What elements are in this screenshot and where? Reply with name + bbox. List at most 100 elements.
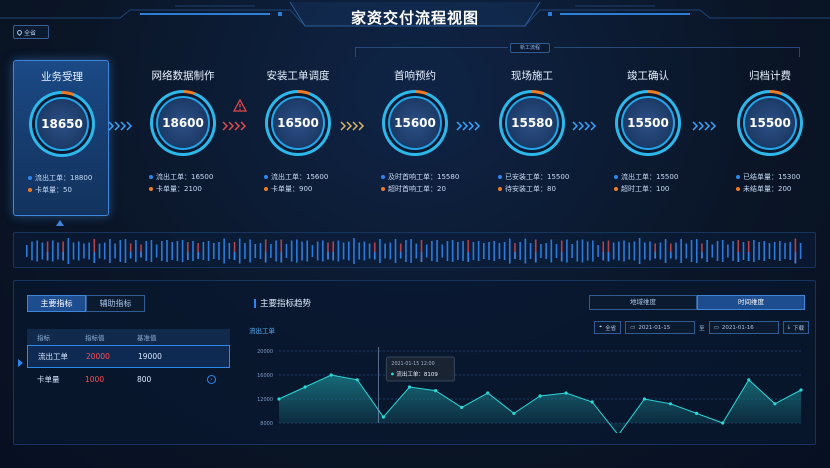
stage-title: 首响预约: [394, 70, 436, 82]
throughput-bar: [664, 239, 667, 263]
stage-billing[interactable]: 归档计费 15500 已结单量：15300 未结单量：200: [722, 60, 818, 216]
throughput-bar: [72, 242, 75, 260]
stage-title: 业务受理: [41, 71, 83, 83]
tab-secondary-indicators[interactable]: 辅助指标: [86, 295, 145, 312]
arrow-right-circle-icon[interactable]: ›: [207, 375, 216, 384]
throughput-bar-base: [794, 252, 797, 264]
throughput-bar: [285, 244, 288, 258]
throughput-bar: [540, 244, 542, 258]
region-filter[interactable]: ⌖ 全省: [594, 321, 622, 334]
stage-value: 16500: [277, 116, 319, 130]
throughput-bar-base: [602, 251, 605, 261]
throughput-bar: [238, 238, 241, 264]
throughput-bar-base: [654, 251, 656, 259]
calendar-icon: ▭: [713, 324, 719, 331]
stage-value: 15580: [511, 116, 553, 130]
flow-arrow-icon: [572, 121, 597, 131]
data-point: [486, 391, 490, 395]
stage-stat: 卡单量：2100: [149, 184, 202, 194]
throughput-bar-base: [264, 252, 267, 263]
flow-arrow-icon: [692, 121, 717, 131]
throughput-bar: [721, 240, 724, 262]
throughput-bar: [503, 242, 506, 260]
throughput-bar: [555, 244, 558, 258]
blue-dot-icon: [736, 175, 740, 179]
throughput-bar: [306, 240, 309, 262]
throughput-bar: [675, 242, 677, 260]
warning-icon: [233, 99, 247, 112]
throughput-bar: [732, 241, 734, 261]
throughput-bar-base: [62, 251, 64, 261]
stage-title: 网络数据制作: [151, 70, 215, 82]
stage-value: 15500: [627, 116, 669, 130]
trend-section: 主要指标趋势: [254, 297, 311, 309]
throughput-bar: [779, 241, 781, 261]
throughput-bar: [483, 243, 485, 259]
data-point: [355, 378, 359, 382]
table-row[interactable]: 流出工单 20000 19000: [27, 345, 230, 368]
stage-stat: 卡单量：900: [264, 184, 312, 194]
stage-stat: 流出工单：15600: [264, 172, 328, 182]
throughput-bar: [337, 240, 340, 262]
chart-tooltip: 2021-01-15 12:00 流出工单：8109: [385, 356, 455, 382]
orange-dot-icon: [498, 187, 502, 191]
throughput-bar-base: [327, 251, 329, 260]
data-point: [460, 405, 464, 409]
start-date-field[interactable]: ▭ 2021-01-15: [625, 321, 696, 334]
data-point: [303, 385, 307, 389]
throughput-bar: [124, 239, 127, 263]
throughput-bar: [784, 243, 786, 259]
throughput-bar: [347, 241, 350, 261]
stage-ring: 15500: [737, 90, 803, 156]
throughput-bar: [223, 238, 225, 264]
data-point: [277, 397, 281, 401]
orange-dot-icon: [614, 187, 618, 191]
data-point: [721, 421, 725, 425]
data-point: [407, 385, 412, 389]
throughput-bar: [633, 241, 636, 261]
stage-stat: 超时工单：100: [614, 184, 669, 194]
stage-onsite[interactable]: 现场施工 15580 已安装工单：15500 待安装工单：80: [484, 60, 580, 216]
throughput-bar: [477, 241, 480, 261]
throughput-bar-base: [514, 251, 516, 259]
throughput-bar: [192, 241, 194, 261]
blue-dot-icon: [498, 175, 502, 179]
stage-first-response[interactable]: 首响预约 15600 及时首响工单：15580 超时首响工单：20: [367, 60, 463, 216]
throughput-bar: [311, 245, 314, 257]
throughput-bar: [41, 242, 44, 260]
blue-dot-icon: [614, 175, 618, 179]
tab-region-dimension[interactable]: 地域维度: [589, 295, 697, 310]
stage-completion[interactable]: 竣工确认 15500 流出工单：15500 超时工单：100: [600, 60, 696, 216]
title-marker: [254, 298, 256, 308]
stage-business-accept[interactable]: 业务受理 18650 流出工单：18800 卡单量：50: [13, 60, 109, 216]
throughput-bar: [571, 244, 573, 258]
throughput-bar: [405, 240, 407, 262]
throughput-bar: [363, 241, 366, 261]
throughput-bar: [275, 240, 277, 262]
throughput-bar: [384, 243, 386, 259]
download-button[interactable]: ⤓ 下载: [782, 321, 810, 334]
tab-time-dimension[interactable]: 时间维度: [697, 295, 805, 310]
stage-stat-text: 已安装工单：15500: [505, 173, 570, 181]
throughput-bar: [462, 241, 464, 261]
stage-stat: 超时首响工单：20: [381, 184, 446, 194]
table-row[interactable]: 卡单量 1000 800 ›: [27, 368, 230, 391]
region-selector[interactable]: 全省: [13, 25, 49, 39]
orange-dot-icon: [381, 187, 385, 191]
stage-ring: 18600: [150, 90, 216, 156]
end-date-value: 2021-01-16: [721, 324, 754, 331]
throughput-bar: [218, 242, 220, 260]
stage-dispatch[interactable]: 安装工单调度 16500 流出工单：15600 卡单量：900: [250, 60, 346, 216]
throughput-bar: [379, 239, 381, 263]
end-date-field[interactable]: ▭ 2021-01-16: [708, 321, 779, 334]
stage-stat: 流出工单：15500: [614, 172, 678, 182]
tab-primary-indicators[interactable]: 主要指标: [27, 295, 86, 312]
throughput-bar: [493, 241, 495, 261]
throughput-bar-base: [534, 252, 537, 263]
stage-network-data[interactable]: 网络数据制作 18600 流出工单：16500 卡单量：2100: [135, 60, 231, 216]
throughput-bar-base: [197, 251, 199, 259]
column-header: 指标值: [85, 334, 105, 342]
stage-stat-text: 卡单量：2100: [156, 185, 202, 193]
stage-ring: 18650: [29, 91, 95, 157]
stage-stat-text: 流出工单：15600: [271, 173, 329, 181]
